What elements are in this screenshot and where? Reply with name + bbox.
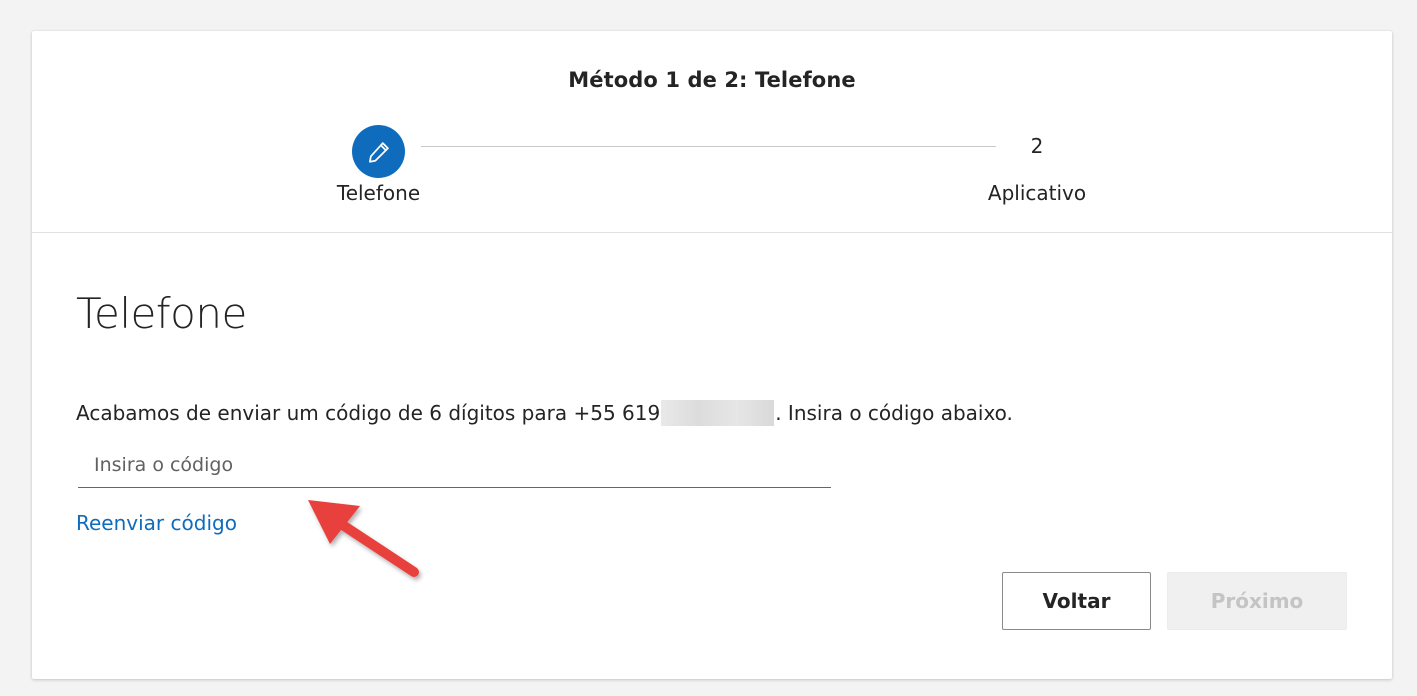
back-button[interactable]: Voltar	[1002, 572, 1151, 630]
instruction-suffix: . Insira o código abaixo.	[775, 401, 1013, 425]
next-button[interactable]: Próximo	[1167, 572, 1347, 630]
instruction-prefix: Acabamos de enviar um código de 6 dígito…	[76, 401, 661, 425]
instruction-text: Acabamos de enviar um código de 6 dígito…	[76, 400, 1013, 426]
page-title: Telefone	[76, 289, 247, 338]
progress-header: Método 1 de 2: Telefone 2 Telefone Aplic…	[32, 31, 1392, 233]
method-title: Método 1 de 2: Telefone	[568, 68, 856, 92]
step-connector-line	[421, 146, 996, 147]
code-input[interactable]	[78, 443, 831, 488]
step2-number: 2	[1030, 134, 1044, 158]
resend-code-link[interactable]: Reenviar código	[76, 511, 237, 535]
step1-label: Telefone	[336, 181, 421, 205]
mfa-setup-card: Método 1 de 2: Telefone 2 Telefone Aplic…	[32, 31, 1392, 679]
redacted-phone-digits	[661, 400, 775, 426]
step2-label: Aplicativo	[987, 181, 1087, 205]
pencil-icon	[368, 141, 389, 163]
annotation-arrow-icon	[308, 500, 419, 577]
step1-indicator	[352, 125, 405, 178]
